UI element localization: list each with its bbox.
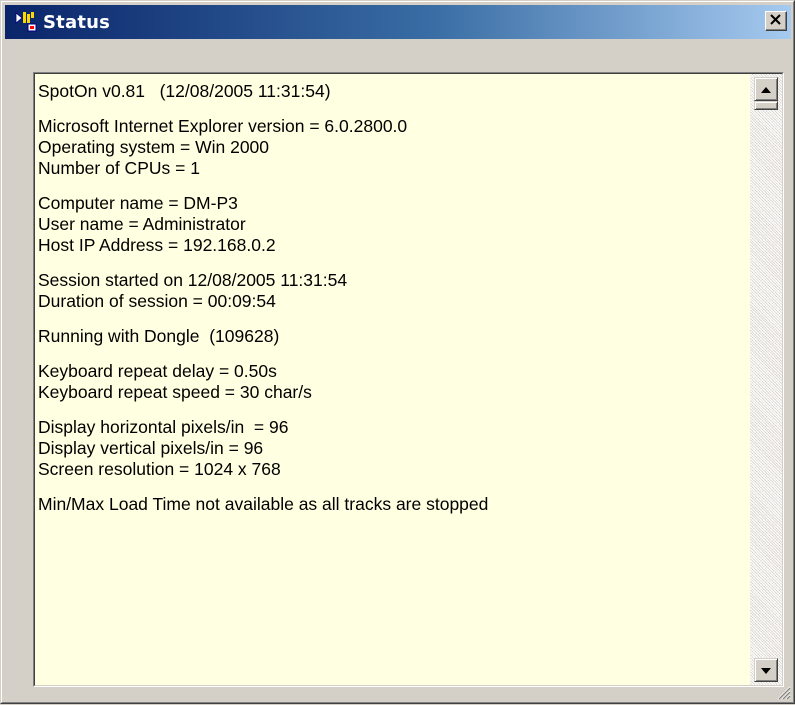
title-bar[interactable]: Status: [5, 5, 791, 39]
window-title: Status: [43, 11, 111, 33]
status-line: Computer name = DM-P3: [38, 193, 238, 213]
status-blank-line: [38, 102, 738, 116]
status-line: User name = Administrator: [38, 214, 246, 234]
status-line: Display vertical pixels/in = 96: [38, 438, 264, 458]
status-window: Status SpotOn v0.81 (12/08/2005 11:31:54…: [0, 0, 795, 704]
status-line: Keyboard repeat speed = 30 char/s: [38, 382, 312, 402]
status-blank-line: [38, 480, 738, 494]
vertical-scrollbar[interactable]: [750, 74, 782, 685]
status-blank-line: [38, 403, 738, 417]
resize-grip-icon[interactable]: [775, 684, 791, 700]
scroll-up-button[interactable]: [754, 77, 778, 101]
close-icon: [770, 12, 782, 30]
status-blank-line: [38, 312, 738, 326]
status-line: Number of CPUs = 1: [38, 158, 200, 178]
scroll-thumb[interactable]: [754, 101, 778, 110]
status-blank-line: [38, 347, 738, 361]
status-text-viewport[interactable]: SpotOn v0.81 (12/08/2005 11:31:54) Micros…: [34, 73, 783, 686]
close-button[interactable]: [765, 11, 787, 31]
status-line: Microsoft Internet Explorer version = 6.…: [38, 116, 408, 136]
scroll-down-button[interactable]: [754, 658, 778, 682]
spoton-app-icon: [15, 11, 37, 33]
status-blank-line: [38, 179, 738, 193]
status-blank-line: [38, 256, 738, 270]
status-line: SpotOn v0.81 (12/08/2005 11:31:54): [38, 81, 331, 101]
status-line: Keyboard repeat delay = 0.50s: [38, 361, 277, 381]
status-line: Min/Max Load Time not available as all t…: [38, 494, 489, 514]
status-text-box[interactable]: SpotOn v0.81 (12/08/2005 11:31:54) Micros…: [33, 72, 784, 687]
status-line: Screen resolution = 1024 x 768: [38, 459, 281, 479]
status-line: Operating system = Win 2000: [38, 137, 270, 157]
window-frame: Status SpotOn v0.81 (12/08/2005 11:31:54…: [1, 1, 794, 703]
status-line: Display horizontal pixels/in = 96: [38, 417, 289, 437]
status-line: Duration of session = 00:09:54: [38, 291, 276, 311]
scroll-down-arrow-icon: [761, 661, 771, 679]
scroll-up-arrow-icon: [761, 80, 771, 98]
status-line: Host IP Address = 192.168.0.2: [38, 235, 276, 255]
status-text-content: SpotOn v0.81 (12/08/2005 11:31:54) Micros…: [38, 81, 738, 515]
status-line: Running with Dongle (109628): [38, 326, 280, 346]
status-line: Session started on 12/08/2005 11:31:54: [38, 270, 348, 290]
